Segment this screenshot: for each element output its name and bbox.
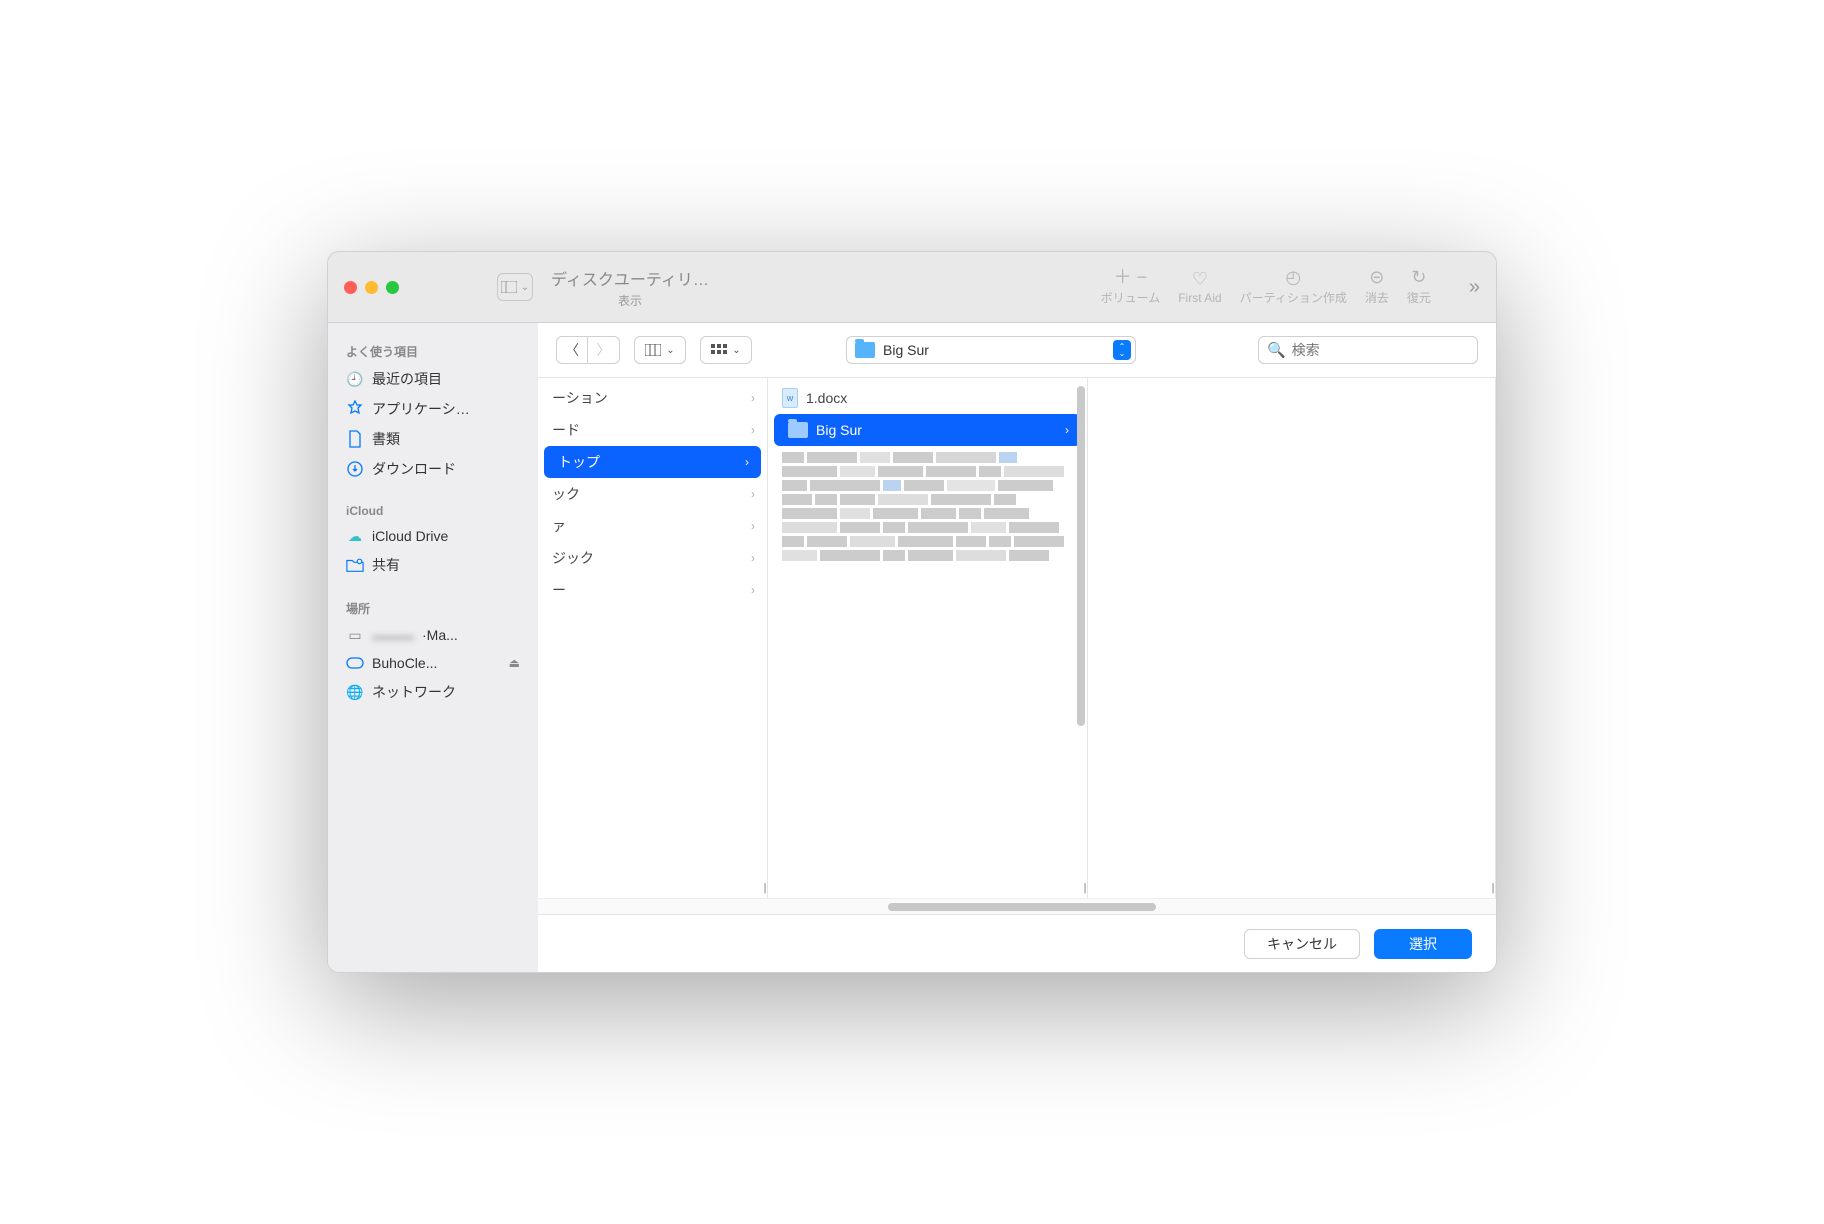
chevron-left-icon: 〈 <box>565 340 579 360</box>
list-item[interactable]: ジック› <box>538 542 767 574</box>
chevron-right-icon: › <box>751 551 755 565</box>
column-3[interactable]: || <box>1088 378 1496 898</box>
list-item[interactable]: ァ› <box>538 510 767 542</box>
dialog-footer: キャンセル 選択 <box>538 914 1496 972</box>
toolbar-first-aid[interactable]: ♡First Aid <box>1178 270 1221 305</box>
sidebar-item-downloads[interactable]: ダウンロード <box>334 454 532 484</box>
toolbar-partition[interactable]: ◴パーティション作成 <box>1240 268 1347 306</box>
sidebar-item-mac[interactable]: ▭▬▬▬·Ma... <box>334 621 532 649</box>
app-title: ディスクユーティリ… <box>551 266 709 290</box>
toolbar-restore[interactable]: ↻復元 <box>1407 268 1431 306</box>
search-field[interactable]: 🔍 <box>1258 336 1478 364</box>
popup-stepper-icon: ⌃⌄ <box>1113 340 1131 360</box>
chevron-right-icon: › <box>1065 423 1069 437</box>
chevron-right-icon: › <box>751 583 755 597</box>
sidebar-item-icloud-drive[interactable]: ☁︎iCloud Drive <box>334 522 532 550</box>
choose-button[interactable]: 選択 <box>1374 929 1472 959</box>
sidebar-header-icloud: iCloud <box>334 498 532 522</box>
group-by-button[interactable]: ⌄ <box>700 336 752 364</box>
download-icon <box>346 460 364 478</box>
column-2[interactable]: w1.docx Big Sur› <box>768 378 1088 898</box>
sidebar-icon <box>501 281 517 293</box>
chevron-right-icon: 〉 <box>597 340 611 360</box>
column-1[interactable]: ーション› ード› トップ› ック› ァ› ジック› ー› || <box>538 378 768 898</box>
dialog-toolbar: 〈 〉 ⌄ ⌄ Big Sur ⌃⌄ 🔍 <box>538 323 1496 377</box>
column-resize-handle[interactable]: || <box>1083 882 1085 894</box>
sidebar-item-documents[interactable]: 書類 <box>334 424 532 454</box>
chevron-down-icon: ⌄ <box>666 345 674 356</box>
sidebar-header-locations: 場所 <box>334 594 532 621</box>
list-item[interactable]: ーション› <box>538 382 767 414</box>
list-item-selected[interactable]: トップ› <box>544 446 761 478</box>
parent-window-titlebar: ⌄ ディスクユーティリ… 表示 ＋ −ボリューム ♡First Aid ◴パーテ… <box>327 251 1497 323</box>
column-scrollbar[interactable] <box>1077 386 1085 726</box>
chevron-right-icon: › <box>751 391 755 405</box>
sidebar-item-applications[interactable]: アプリケーシ… <box>334 394 532 424</box>
view-mode-button[interactable]: ⌄ <box>634 336 686 364</box>
column-resize-handle[interactable]: || <box>1491 882 1493 894</box>
cancel-button[interactable]: キャンセル <box>1244 929 1360 959</box>
app-title-wrap: ディスクユーティリ… 表示 <box>551 266 709 309</box>
horizontal-scrollbar-track[interactable] <box>538 898 1496 914</box>
chevron-right-icon: › <box>751 423 755 437</box>
cloud-icon: ☁︎ <box>346 527 364 545</box>
list-item[interactable]: ー› <box>538 574 767 606</box>
list-item-selected[interactable]: Big Sur› <box>774 414 1081 446</box>
sidebar: よく使う項目 🕘最近の項目 アプリケーシ… 書類 ダウンロード iCloud ☁… <box>328 323 538 972</box>
nav-forward-button[interactable]: 〉 <box>588 336 620 364</box>
column-browser: ーション› ード› トップ› ック› ァ› ジック› ー› || w1.docx… <box>538 377 1496 898</box>
grid-icon <box>711 344 727 356</box>
sidebar-item-network[interactable]: 🌐ネットワーク <box>334 677 532 707</box>
close-window-button[interactable] <box>344 281 357 294</box>
list-item[interactable]: ック› <box>538 478 767 510</box>
list-item-file[interactable]: w1.docx <box>768 382 1087 414</box>
eject-icon[interactable]: ⏏ <box>509 656 520 670</box>
nav-back-button[interactable]: 〈 <box>556 336 588 364</box>
search-input[interactable] <box>1292 342 1469 358</box>
clock-icon: 🕘 <box>346 370 364 388</box>
column-resize-handle[interactable]: || <box>763 882 765 894</box>
document-icon <box>346 430 364 448</box>
toolbar-erase[interactable]: ⊝消去 <box>1365 268 1389 306</box>
sidebar-item-disk-image[interactable]: BuhoCle...⏏ <box>334 649 532 677</box>
list-item[interactable]: ード› <box>538 414 767 446</box>
search-icon: 🔍 <box>1267 341 1286 359</box>
horizontal-scrollbar-thumb[interactable] <box>888 903 1156 911</box>
disk-icon <box>346 654 364 672</box>
columns-icon <box>645 344 661 356</box>
window-controls <box>344 281 399 294</box>
docx-icon: w <box>782 388 798 408</box>
redacted-items <box>768 452 1087 561</box>
folder-icon <box>855 342 875 358</box>
sidebar-header-favorites: よく使う項目 <box>334 337 532 364</box>
chevron-right-icon: › <box>751 487 755 501</box>
toolbar-overflow[interactable]: » <box>1469 276 1480 299</box>
sidebar-item-recents[interactable]: 🕘最近の項目 <box>334 364 532 394</box>
chevron-right-icon: › <box>745 455 749 469</box>
chevron-right-icon: › <box>751 519 755 533</box>
sidebar-item-shared[interactable]: 共有 <box>334 550 532 580</box>
globe-icon: 🌐 <box>346 683 364 701</box>
chevron-down-icon: ⌄ <box>732 345 740 356</box>
folder-icon <box>788 422 808 438</box>
computer-icon: ▭ <box>346 626 364 644</box>
sidebar-toggle-button[interactable]: ⌄ <box>497 273 533 301</box>
zoom-window-button[interactable] <box>386 281 399 294</box>
open-panel: よく使う項目 🕘最近の項目 アプリケーシ… 書類 ダウンロード iCloud ☁… <box>327 323 1497 973</box>
location-popup[interactable]: Big Sur ⌃⌄ <box>846 336 1136 364</box>
minimize-window-button[interactable] <box>365 281 378 294</box>
apps-icon <box>346 400 364 418</box>
shared-folder-icon <box>346 556 364 574</box>
toolbar-volume[interactable]: ＋ −ボリューム <box>1101 268 1161 306</box>
